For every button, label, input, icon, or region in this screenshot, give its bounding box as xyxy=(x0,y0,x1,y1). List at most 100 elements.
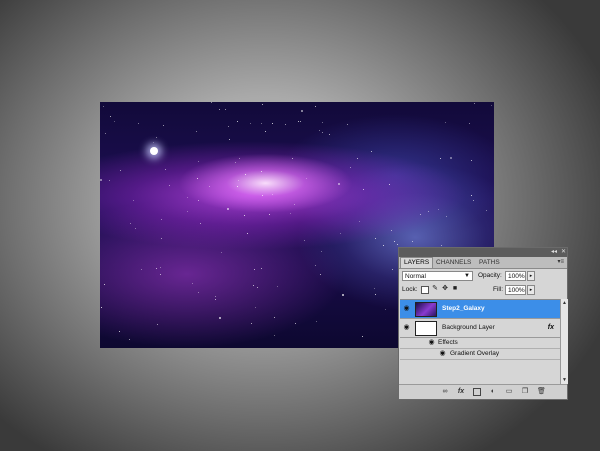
star xyxy=(187,211,188,212)
opacity-label: Opacity: xyxy=(478,272,502,279)
star xyxy=(156,137,157,138)
star xyxy=(161,219,162,220)
layers-scrollbar[interactable]: ▲ ▼ xyxy=(560,299,568,384)
effects-label: Effects xyxy=(438,339,458,346)
fx-icon[interactable]: fx xyxy=(548,323,554,333)
folder-icon[interactable]: ▭ xyxy=(505,388,513,396)
star xyxy=(247,233,248,234)
star xyxy=(160,274,161,275)
layer-row-step2-galaxy[interactable]: ◉ Step2_Galaxy xyxy=(400,300,560,319)
star xyxy=(385,309,386,310)
star xyxy=(329,134,330,135)
star xyxy=(157,324,158,325)
fill-slider-button[interactable]: ▸ xyxy=(527,285,535,295)
star xyxy=(261,268,262,269)
star xyxy=(315,106,316,107)
star xyxy=(238,180,239,181)
layer-thumbnail xyxy=(415,302,437,317)
tab-channels[interactable]: CHANNELS xyxy=(433,258,474,268)
star xyxy=(198,161,199,162)
star xyxy=(265,131,266,132)
star xyxy=(391,230,392,231)
star xyxy=(198,292,199,293)
star xyxy=(274,335,275,336)
new-layer-icon[interactable]: ❐ xyxy=(521,388,529,396)
star xyxy=(440,158,441,159)
star xyxy=(215,299,216,300)
star xyxy=(486,210,487,211)
tab-paths[interactable]: PATHS xyxy=(476,258,503,268)
star xyxy=(389,184,390,185)
panel-bottom-toolbar: ∞ fx ◐ ▭ ❐ 🗑 xyxy=(399,384,567,399)
star xyxy=(225,109,226,110)
star xyxy=(342,294,344,296)
star xyxy=(295,323,296,324)
star xyxy=(301,110,303,112)
effect-gradient-overlay-row[interactable]: ◉ Gradient Overlay xyxy=(400,349,560,360)
star xyxy=(196,131,197,132)
scroll-up-icon[interactable]: ▲ xyxy=(561,300,568,306)
star xyxy=(394,241,395,242)
effects-row[interactable]: ◉ Effects xyxy=(400,338,560,349)
blend-mode-value: Normal xyxy=(405,273,426,280)
eye-icon[interactable]: ◉ xyxy=(402,324,411,332)
blend-mode-select[interactable]: Normal ▼ xyxy=(402,271,473,281)
lock-brush-icon[interactable]: ✎ xyxy=(431,285,439,293)
star xyxy=(445,122,446,123)
star xyxy=(229,139,230,140)
star xyxy=(300,121,301,122)
star xyxy=(251,323,252,324)
star xyxy=(428,211,429,212)
star xyxy=(412,241,413,242)
lock-label: Lock: xyxy=(402,286,418,293)
star xyxy=(209,186,210,187)
opacity-input[interactable]: 100% xyxy=(505,271,526,281)
star xyxy=(285,124,286,125)
star xyxy=(103,106,104,107)
layer-name: Step2_Galaxy xyxy=(442,305,485,312)
star xyxy=(292,158,293,159)
star xyxy=(306,178,307,179)
chevron-down-icon: ▼ xyxy=(464,273,470,279)
eye-icon[interactable]: ◉ xyxy=(427,339,436,347)
star xyxy=(375,238,376,239)
lock-all-icon[interactable]: ■ xyxy=(451,285,459,293)
collapse-icon[interactable]: ◂◂ xyxy=(551,249,557,256)
star xyxy=(237,121,238,122)
tab-layers[interactable]: LAYERS xyxy=(400,257,434,268)
star xyxy=(294,204,295,205)
star xyxy=(316,321,317,322)
eye-icon[interactable]: ◉ xyxy=(438,350,447,358)
star xyxy=(446,216,447,217)
star xyxy=(347,124,348,125)
star xyxy=(250,123,251,124)
mask-icon[interactable] xyxy=(473,388,481,396)
star xyxy=(101,307,102,308)
trash-icon[interactable]: 🗑 xyxy=(537,388,546,396)
star xyxy=(253,285,254,286)
eye-icon[interactable]: ◉ xyxy=(402,305,411,313)
star xyxy=(228,126,229,127)
panel-titlebar[interactable]: ◂◂ ✕ xyxy=(399,248,567,257)
star xyxy=(450,157,452,159)
fill-input[interactable]: 100% xyxy=(505,285,526,295)
link-icon[interactable]: ∞ xyxy=(441,388,449,396)
panel-menu-icon[interactable]: ▾≡ xyxy=(557,258,564,265)
star xyxy=(471,195,472,196)
fx-icon[interactable]: fx xyxy=(457,388,465,396)
star xyxy=(357,158,358,159)
opacity-slider-button[interactable]: ▸ xyxy=(527,271,535,281)
lock-transparent-icon[interactable] xyxy=(421,286,429,294)
lock-move-icon[interactable]: ✥ xyxy=(441,285,449,293)
adjustment-icon[interactable]: ◐ xyxy=(489,388,497,396)
scroll-down-icon[interactable]: ▼ xyxy=(561,377,568,383)
star xyxy=(474,103,475,104)
layers-list: ◉ Step2_Galaxy ◉ Background Layer fx ◉ E… xyxy=(400,299,560,385)
star xyxy=(320,274,321,275)
star xyxy=(138,123,139,124)
close-icon[interactable]: ✕ xyxy=(561,249,566,256)
layers-panel: ◂◂ ✕ LAYERS CHANNELS PATHS ▾≡ Normal ▼ O… xyxy=(398,247,568,400)
star xyxy=(272,194,273,195)
layer-row-background[interactable]: ◉ Background Layer fx xyxy=(400,319,560,338)
star xyxy=(160,267,161,268)
